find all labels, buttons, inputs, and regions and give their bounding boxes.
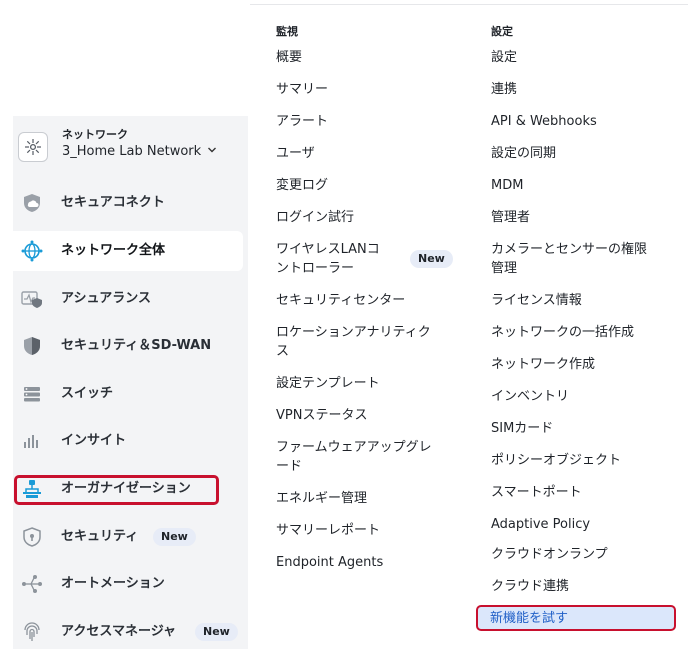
insight-bars-icon (21, 431, 43, 451)
sidebar-item-security-sdwan[interactable]: セキュリティ＆SD-WAN (13, 326, 243, 366)
network-name: 3_Home Lab Network (62, 144, 202, 159)
menu-item-alerts[interactable]: アラート (276, 112, 328, 131)
monitor-column: 監視 (276, 24, 298, 40)
menu-item-policy-objects[interactable]: ポリシーオブジェクト (491, 451, 621, 470)
menu-item-settings[interactable]: 設定 (491, 48, 517, 67)
menu-item-firmware-line2[interactable]: ード (276, 457, 302, 476)
sidebar-item-label: スイッチ (61, 386, 114, 401)
sidebar-item-security[interactable]: セキュリティ New (13, 517, 243, 557)
menu-item-bulk-network[interactable]: ネットワークの一括作成 (491, 323, 634, 342)
menu-item-inventory[interactable]: インベントリ (491, 387, 569, 406)
new-badge: New (195, 623, 238, 641)
menu-item-endpoint-agents[interactable]: Endpoint Agents (276, 553, 383, 572)
security-lock-icon (21, 527, 43, 547)
menu-item-summary[interactable]: サマリー (276, 80, 328, 99)
menu-item-summary-report[interactable]: サマリーレポート (276, 521, 380, 540)
sidebar-item-insight[interactable]: インサイト (13, 421, 243, 461)
fingerprint-icon (21, 622, 43, 642)
menu-item-mdm[interactable]: MDM (491, 176, 523, 195)
menu-item-location-line1[interactable]: ロケーションアナリティク (276, 323, 431, 342)
menu-item-overview[interactable]: 概要 (276, 48, 302, 67)
sidebar-item-label: ネットワーク全体 (61, 243, 166, 258)
menu-item-wlc-line2[interactable]: ントローラー (276, 259, 354, 278)
menu-item-vpn-status[interactable]: VPNステータス (276, 406, 367, 425)
try-new-features-label: 新機能を試す (490, 611, 569, 626)
sidebar: ネットワーク 3_Home Lab Network セキュアコネクト ネットワー… (13, 116, 248, 649)
sidebar-item-label: アシュアランス (61, 291, 151, 306)
switch-icon (21, 384, 43, 404)
sidebar-item-access-manager[interactable]: アクセスマネージャ New (13, 612, 243, 652)
config-heading: 設定 (491, 25, 513, 38)
sidebar-item-switch[interactable]: スイッチ (13, 374, 243, 414)
menu-item-create-network[interactable]: ネットワーク作成 (491, 355, 595, 374)
new-badge: New (153, 528, 196, 546)
menu-item-camera-perm-line2[interactable]: 管理 (491, 259, 517, 278)
config-column: 設定 (491, 24, 513, 40)
menu-item-config-sync[interactable]: 設定の同期 (491, 144, 556, 163)
sidebar-item-label: セキュリティ＆SD-WAN (61, 338, 212, 353)
menu-item-energy[interactable]: エネルギー管理 (276, 489, 367, 508)
network-hub-icon (18, 132, 48, 162)
menu-item-firmware-line1[interactable]: ファームウェアアップグレ (276, 438, 432, 457)
menu-item-administrators[interactable]: 管理者 (491, 208, 530, 227)
sidebar-item-assurance[interactable]: アシュアランス (13, 279, 243, 319)
sidebar-item-secure-connect[interactable]: セキュアコネクト (13, 183, 243, 223)
menu-item-security-center[interactable]: セキュリティセンター (276, 291, 405, 310)
menu-item-license-info[interactable]: ライセンス情報 (491, 291, 582, 310)
chevron-down-icon[interactable] (207, 142, 217, 162)
sidebar-item-label: オートメーション (61, 576, 165, 591)
organization-icon (21, 479, 43, 499)
menu-item-config-templates[interactable]: 設定テンプレート (276, 374, 380, 393)
menu-item-api-webhooks[interactable]: API & Webhooks (491, 112, 597, 131)
sidebar-item-network-wide[interactable]: ネットワーク全体 (13, 231, 243, 271)
sidebar-item-automation[interactable]: オートメーション (13, 564, 243, 604)
network-globe-icon (21, 240, 43, 262)
sidebar-item-label: アクセスマネージャ (61, 624, 177, 639)
menu-item-login-attempts[interactable]: ログイン試行 (276, 208, 354, 227)
network-switcher[interactable]: ネットワーク 3_Home Lab Network (13, 126, 248, 176)
secure-connect-icon (21, 193, 43, 213)
menu-item-sim-cards[interactable]: SIMカード (491, 419, 553, 438)
sidebar-item-organization[interactable]: オーガナイゼーション (13, 469, 243, 509)
menu-item-cloud-connect[interactable]: クラウド連携 (491, 577, 569, 596)
shield-icon (21, 336, 43, 356)
menu-item-smart-ports[interactable]: スマートポート (491, 483, 582, 502)
menu-item-wlc-line1[interactable]: ワイヤレスLANコ (276, 240, 380, 259)
network-caption: ネットワーク (62, 128, 128, 141)
sidebar-item-label: オーガナイゼーション (61, 481, 191, 496)
menu-item-adaptive-policy[interactable]: Adaptive Policy (491, 515, 590, 534)
menu-item-users[interactable]: ユーザ (276, 144, 315, 163)
sidebar-item-label: セキュリティ (61, 529, 139, 544)
top-divider (250, 4, 688, 5)
wireless-new-badge: New (410, 250, 453, 268)
menu-item-location-line2[interactable]: ス (276, 342, 289, 361)
assurance-icon (21, 289, 43, 309)
menu-item-change-log[interactable]: 変更ログ (276, 176, 328, 195)
monitor-heading: 監視 (276, 25, 298, 38)
sidebar-item-label: インサイト (61, 433, 127, 448)
sidebar-item-label: セキュアコネクト (61, 195, 165, 210)
menu-item-camera-perm-line1[interactable]: カメラーとセンサーの権限 (491, 240, 647, 259)
try-new-features-button[interactable]: 新機能を試す (476, 605, 676, 631)
menu-item-integrations[interactable]: 連携 (491, 80, 517, 99)
menu-item-cloud-onramp[interactable]: クラウドオンランプ (491, 545, 608, 564)
automation-icon (21, 574, 43, 594)
